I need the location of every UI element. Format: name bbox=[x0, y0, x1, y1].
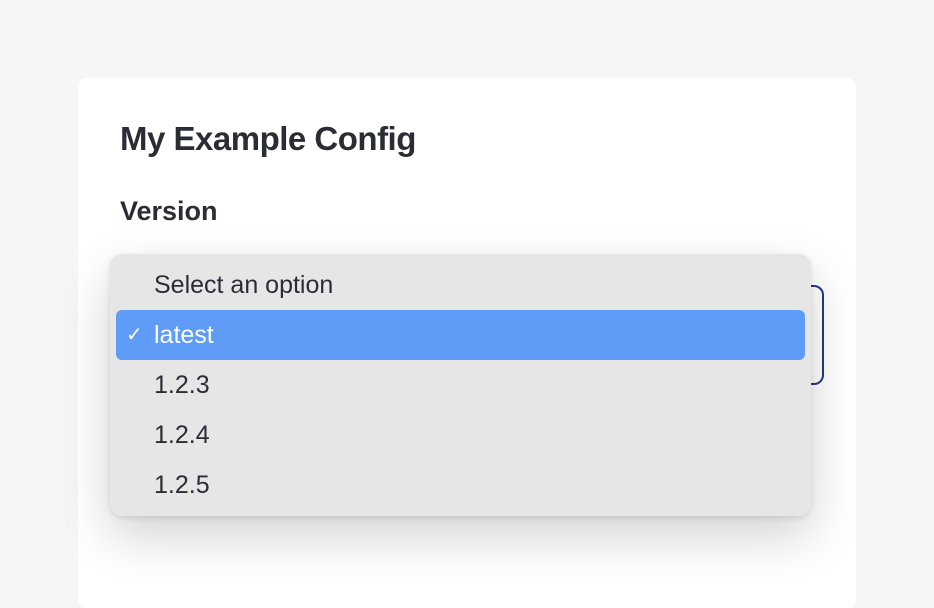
dropdown-option-label: 1.2.4 bbox=[154, 421, 795, 450]
dropdown-option-1-2-3[interactable]: 1.2.3 bbox=[116, 360, 805, 410]
page-title: My Example Config bbox=[120, 120, 814, 158]
dropdown-placeholder-label: Select an option bbox=[154, 271, 795, 300]
dropdown-option-1-2-5[interactable]: 1.2.5 bbox=[116, 460, 805, 510]
checkmark-icon: ✓ bbox=[126, 325, 154, 345]
dropdown-option-latest[interactable]: ✓ latest bbox=[116, 310, 805, 360]
dropdown-option-label: latest bbox=[154, 321, 795, 350]
dropdown-option-1-2-4[interactable]: 1.2.4 bbox=[116, 410, 805, 460]
dropdown-option-label: 1.2.5 bbox=[154, 471, 795, 500]
dropdown-placeholder[interactable]: Select an option bbox=[116, 260, 805, 310]
version-label: Version bbox=[120, 196, 814, 227]
version-dropdown: Select an option ✓ latest 1.2.3 1.2.4 1.… bbox=[110, 254, 811, 516]
dropdown-option-label: 1.2.3 bbox=[154, 371, 795, 400]
